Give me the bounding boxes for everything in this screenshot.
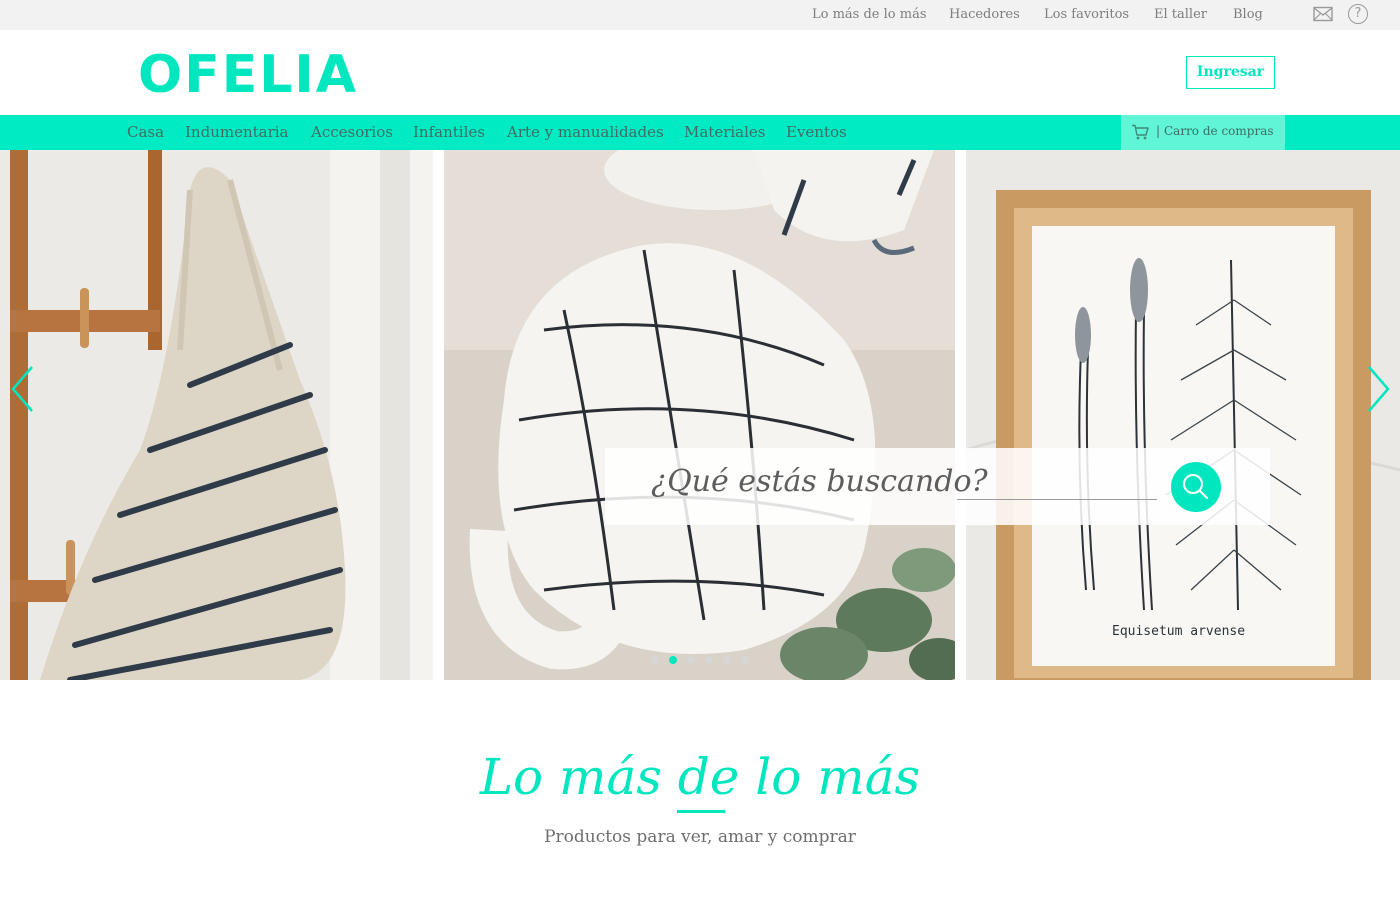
- chevron-right-icon[interactable]: [1363, 364, 1393, 414]
- carousel-dot[interactable]: [687, 656, 695, 664]
- search-button[interactable]: [1171, 462, 1221, 512]
- cart-button[interactable]: | Carro de compras: [1121, 115, 1285, 150]
- slide-botanical-print[interactable]: Equisetum arvense: [966, 150, 1400, 680]
- hero-carousel: Equisetum arvense ¿Qué estás buscando?: [0, 150, 1400, 680]
- category-accesorios[interactable]: Accesorios: [311, 123, 393, 141]
- category-indumentaria[interactable]: Indumentaria: [185, 123, 289, 141]
- cart-icon: [1131, 124, 1149, 140]
- category-arte-manualidades[interactable]: Arte y manualidades: [507, 123, 664, 141]
- top-utility-bar: Lo más de lo más Hacedores Los favoritos…: [0, 0, 1400, 30]
- cart-separator: |: [1156, 124, 1161, 138]
- category-infantiles[interactable]: Infantiles: [413, 123, 485, 141]
- search-label: ¿Qué estás buscando?: [651, 464, 988, 499]
- category-nav: Casa Indumentaria Accesorios Infantiles …: [0, 115, 1400, 150]
- site-header: OFELIA Ingresar: [0, 30, 1400, 115]
- chevron-left-icon[interactable]: [8, 364, 38, 414]
- search-box: ¿Qué estás buscando?: [605, 448, 1270, 525]
- carousel-dot[interactable]: [741, 656, 749, 664]
- mail-icon[interactable]: [1313, 6, 1333, 22]
- carousel-dot[interactable]: [705, 656, 713, 664]
- carousel-dot-active[interactable]: [669, 656, 677, 664]
- top-link-blog[interactable]: Blog: [1233, 7, 1263, 22]
- print-caption: Equisetum arvense: [1112, 624, 1246, 639]
- top-link-el-taller[interactable]: El taller: [1154, 7, 1207, 22]
- top-link-hacedores[interactable]: Hacedores: [949, 7, 1020, 22]
- section-subtitle: Productos para ver, amar y comprar: [544, 827, 856, 847]
- login-button[interactable]: Ingresar: [1186, 56, 1275, 89]
- section-title: Lo más de lo más: [479, 748, 921, 806]
- slide-ceramic-mugs[interactable]: [444, 150, 955, 680]
- search-input[interactable]: [957, 468, 1157, 500]
- site-logo[interactable]: OFELIA: [138, 47, 358, 103]
- title-underline: [677, 810, 725, 813]
- category-casa[interactable]: Casa: [127, 123, 164, 141]
- help-icon[interactable]: ?: [1348, 4, 1368, 24]
- category-materiales[interactable]: Materiales: [684, 123, 766, 141]
- search-icon: [1183, 474, 1209, 500]
- top-link-favoritos[interactable]: Los favoritos: [1044, 7, 1129, 22]
- carousel-dot[interactable]: [723, 656, 731, 664]
- carousel-dot[interactable]: [651, 656, 659, 664]
- top-link-lo-mas[interactable]: Lo más de lo más: [812, 7, 927, 22]
- slide-woven-bag[interactable]: [0, 150, 433, 680]
- cart-label: Carro de compras: [1164, 124, 1274, 138]
- category-eventos[interactable]: Eventos: [786, 123, 847, 141]
